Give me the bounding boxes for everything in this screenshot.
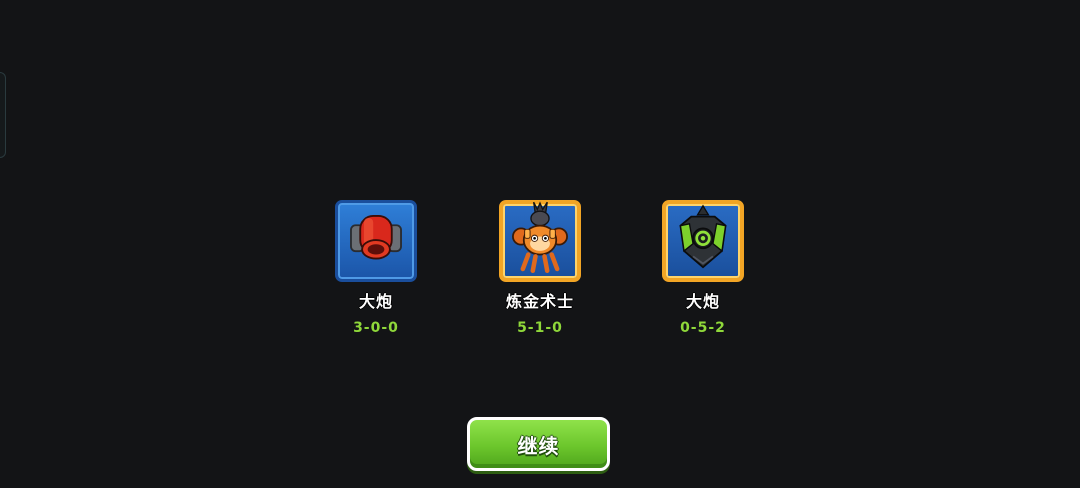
tower-icon-frame [662, 200, 744, 282]
tower-name: 大炮 [685, 292, 720, 311]
tower-name: 炼金术士 [505, 292, 574, 311]
tower-upgrade-path: 3-0-0 [353, 320, 399, 336]
red-cannon-icon [350, 215, 402, 260]
tower-upgrade-path: 0-5-2 [680, 320, 726, 336]
tower-card: 大炮 3-0-0 [326, 200, 426, 336]
continue-button[interactable]: 继续 [467, 417, 610, 471]
side-panel-tab[interactable] [0, 72, 6, 158]
tower-card: 大炮 0-5-2 [653, 200, 753, 336]
tower-upgrade-path: 5-1-0 [517, 320, 563, 336]
tower-card: 炼金术士 5-1-0 [490, 200, 590, 336]
tower-icon-frame [499, 200, 581, 282]
continue-button-label: 继续 [517, 433, 560, 458]
green-bomb-launcher-icon [679, 204, 727, 269]
tower-icon-frame [335, 200, 417, 282]
alchemist-monkey-icon [512, 201, 568, 274]
tower-name: 大炮 [358, 292, 393, 311]
tower-summary-screen: 大炮 3-0-0 炼金术士 5-1-0 大炮 0-5-2 继续 [0, 0, 1080, 488]
